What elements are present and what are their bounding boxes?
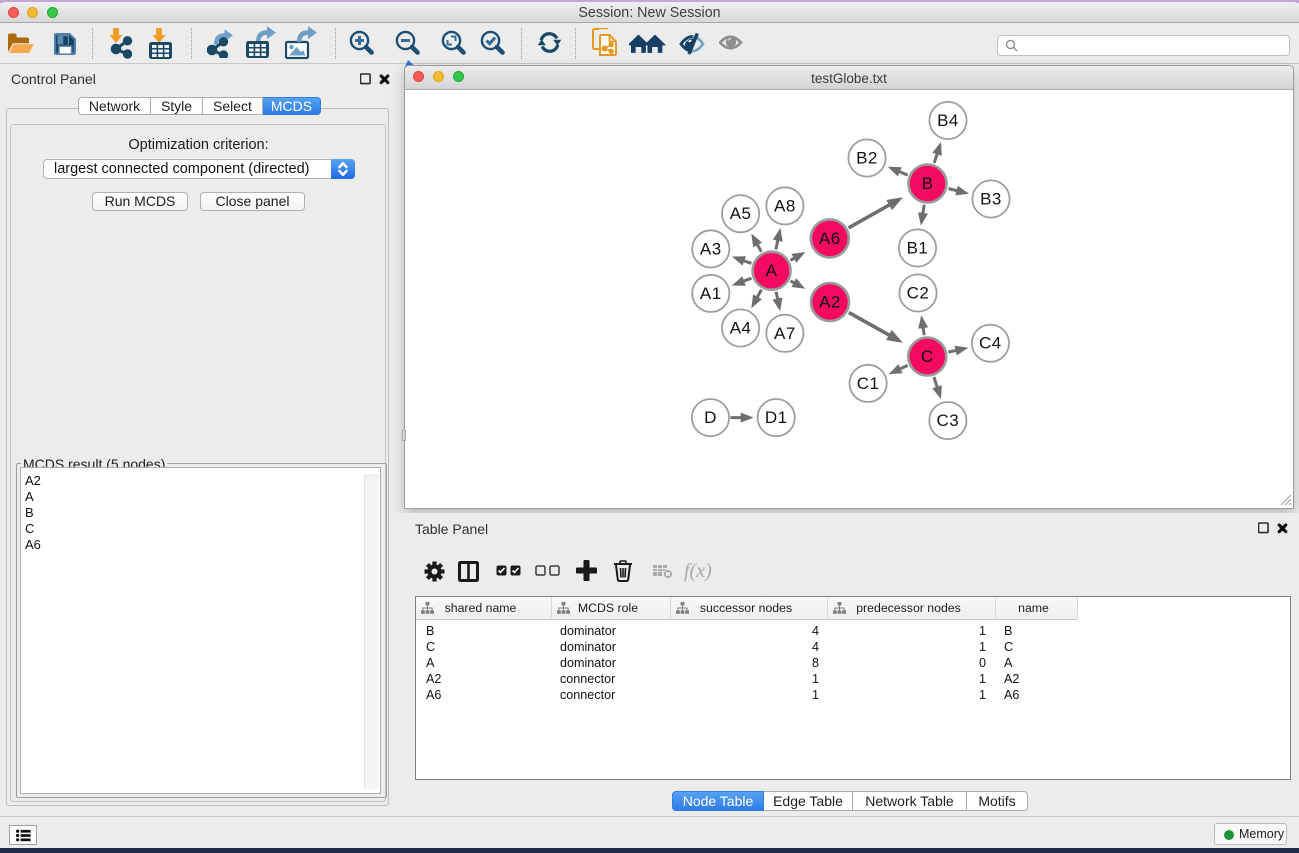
svg-text:A4: A4 [730, 319, 752, 338]
svg-text:B2: B2 [856, 149, 878, 168]
svg-text:A1: A1 [700, 284, 722, 303]
svg-text:A7: A7 [774, 324, 796, 343]
svg-text:A8: A8 [774, 196, 796, 215]
svg-text:A6: A6 [819, 229, 841, 248]
svg-text:A: A [766, 261, 778, 280]
svg-text:A3: A3 [700, 239, 722, 258]
svg-text:D: D [704, 408, 717, 427]
svg-text:C1: C1 [857, 374, 880, 393]
svg-text:A5: A5 [730, 204, 752, 223]
svg-text:B1: B1 [907, 239, 929, 258]
svg-text:C: C [921, 347, 934, 366]
svg-text:A2: A2 [819, 293, 841, 312]
svg-text:C2: C2 [907, 284, 930, 303]
svg-text:C3: C3 [937, 411, 960, 430]
svg-text:C4: C4 [979, 334, 1002, 353]
svg-text:D1: D1 [765, 408, 788, 427]
svg-text:B3: B3 [980, 190, 1002, 209]
svg-text:B: B [922, 174, 934, 193]
svg-text:B4: B4 [937, 111, 959, 130]
